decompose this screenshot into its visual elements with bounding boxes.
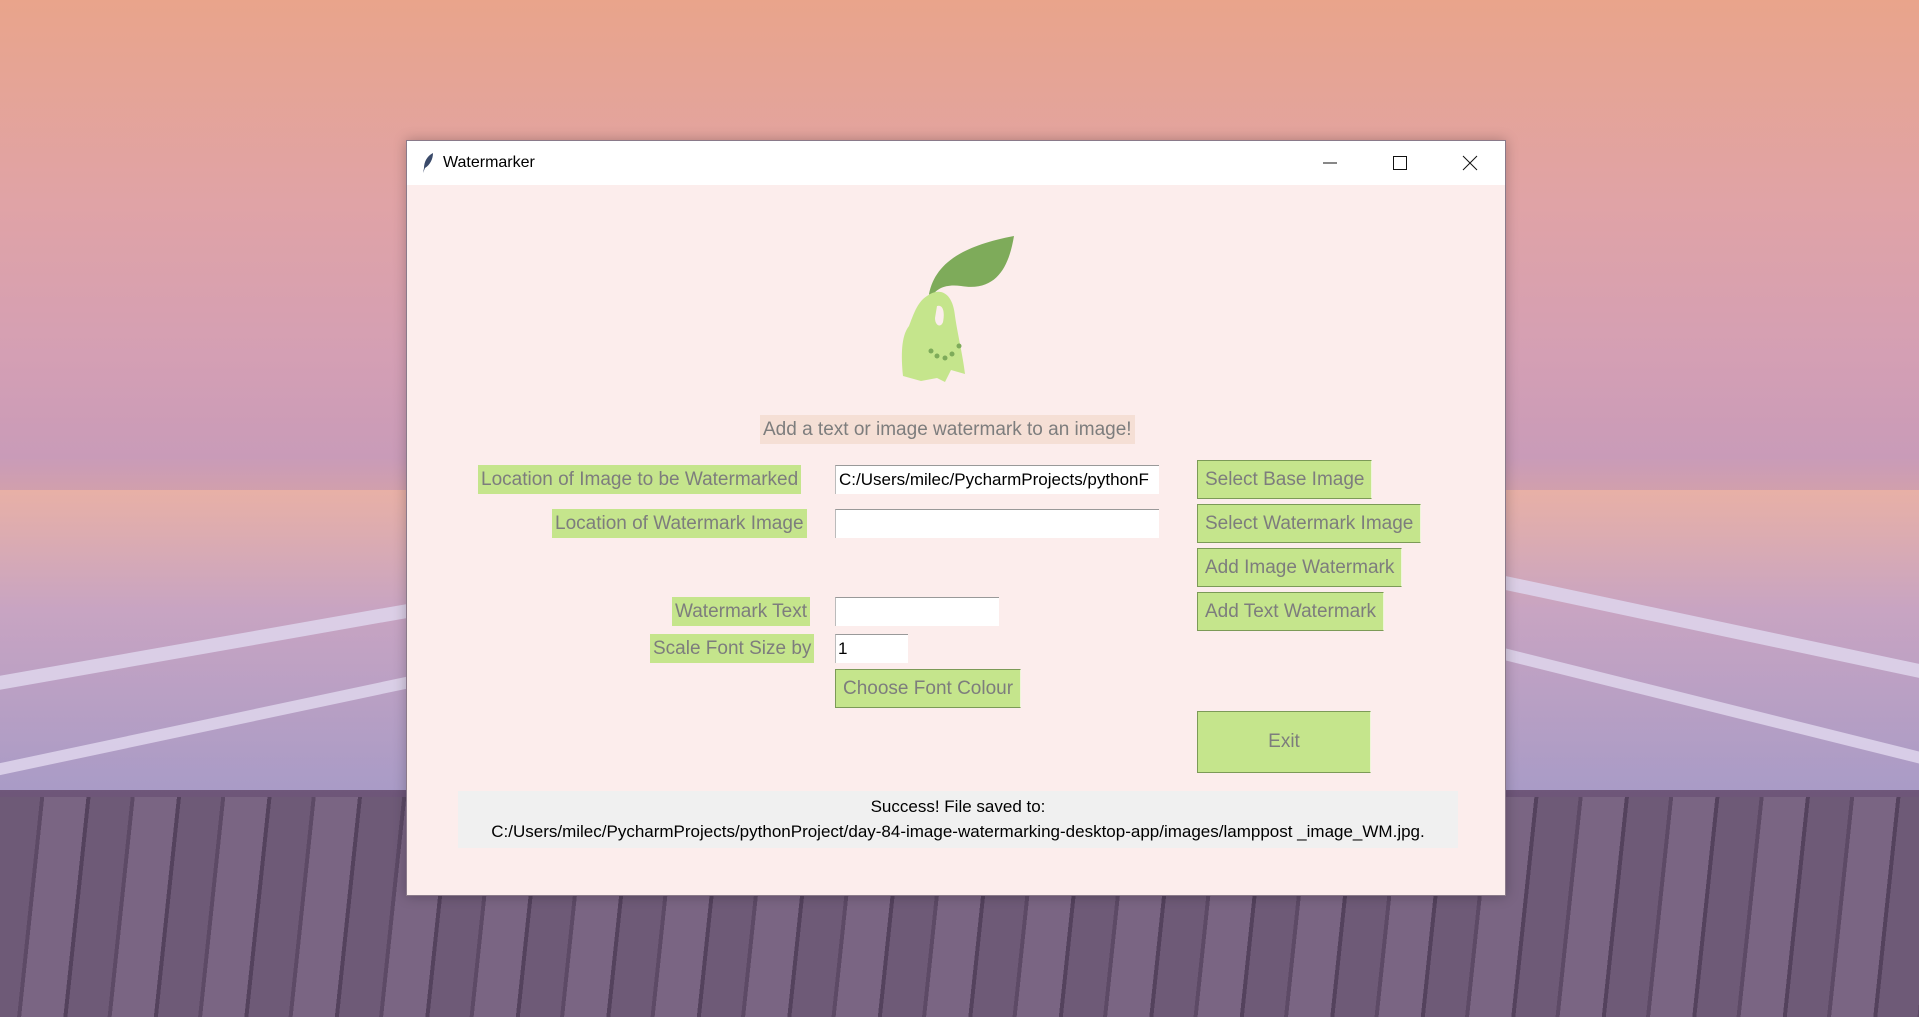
status-line-1: Success! File saved to: xyxy=(870,797,1046,816)
scale-font-size-label: Scale Font Size by xyxy=(650,634,815,663)
scale-font-size-input[interactable]: 1 xyxy=(835,634,908,663)
exit-button[interactable]: Exit xyxy=(1197,711,1371,773)
watermark-image-label: Location of Watermark Image xyxy=(552,509,807,538)
minimize-button[interactable] xyxy=(1295,141,1365,185)
base-image-label: Location of Image to be Watermarked xyxy=(478,465,802,494)
window-title: Watermarker xyxy=(443,154,535,171)
maximize-icon xyxy=(1393,156,1407,170)
status-message: Success! File saved to: C:/Users/milec/P… xyxy=(458,791,1458,848)
title-bar[interactable]: Watermarker xyxy=(407,141,1505,185)
feather-icon xyxy=(423,153,433,173)
base-image-input[interactable] xyxy=(835,465,1159,494)
leaf-creature-logo xyxy=(901,236,1014,382)
minimize-icon xyxy=(1323,162,1337,164)
status-line-2: C:/Users/milec/PycharmProjects/pythonPro… xyxy=(491,822,1425,841)
choose-font-colour-button[interactable]: Choose Font Colour xyxy=(835,669,1022,708)
watermark-text-label: Watermark Text xyxy=(672,597,810,626)
add-text-watermark-button[interactable]: Add Text Watermark xyxy=(1197,592,1385,631)
app-window: Watermarker Add a text or image watermar… xyxy=(406,140,1506,896)
watermark-image-input[interactable] xyxy=(835,509,1159,538)
select-watermark-image-button[interactable]: Select Watermark Image xyxy=(1197,504,1422,543)
watermark-text-input[interactable] xyxy=(835,597,999,626)
maximize-button[interactable] xyxy=(1365,141,1435,185)
subtitle: Add a text or image watermark to an imag… xyxy=(760,415,1135,444)
select-base-image-button[interactable]: Select Base Image xyxy=(1197,460,1373,499)
close-icon xyxy=(1462,155,1478,171)
close-button[interactable] xyxy=(1435,141,1505,185)
add-image-watermark-button[interactable]: Add Image Watermark xyxy=(1197,548,1403,587)
